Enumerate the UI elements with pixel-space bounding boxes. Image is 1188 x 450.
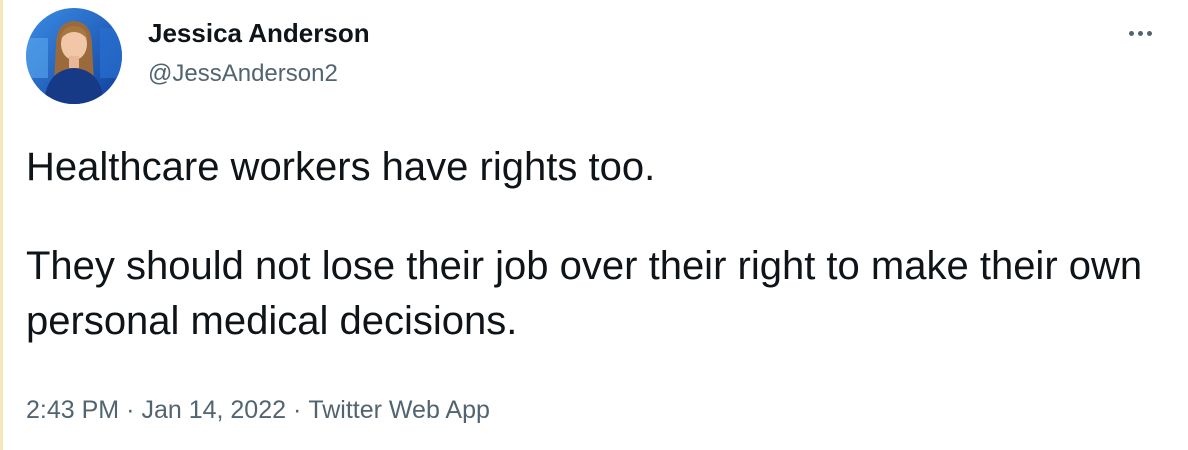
author-avatar[interactable] xyxy=(26,8,122,104)
tweet-paragraph: Healthcare workers have rights too. xyxy=(26,145,656,189)
tweet-paragraph: They should not lose their job over thei… xyxy=(26,244,1143,343)
tweet-card: Jessica Anderson @JessAnderson2 Healthca… xyxy=(0,0,1188,450)
tweet-text: Healthcare workers have rights too. They… xyxy=(26,140,1156,349)
tweet-timestamp-date[interactable]: Jan 14, 2022 xyxy=(141,396,286,424)
author-handle[interactable]: @JessAnderson2 xyxy=(148,58,338,90)
more-horizontal-icon-dot xyxy=(1128,30,1134,36)
more-horizontal-icon-dot xyxy=(1137,30,1143,36)
tweet-source[interactable]: Twitter Web App xyxy=(308,396,490,424)
tweet-timestamp-time[interactable]: 2:43 PM xyxy=(26,396,119,424)
avatar-photo-icon xyxy=(26,8,122,104)
more-options-button[interactable] xyxy=(1120,18,1160,48)
author-display-name[interactable]: Jessica Anderson xyxy=(148,16,370,50)
tweet-meta: 2:43 PM · Jan 14, 2022 · Twitter Web App xyxy=(26,392,490,428)
meta-separator: · xyxy=(126,396,135,424)
meta-separator: · xyxy=(293,396,302,424)
more-horizontal-icon-dot xyxy=(1146,30,1152,36)
